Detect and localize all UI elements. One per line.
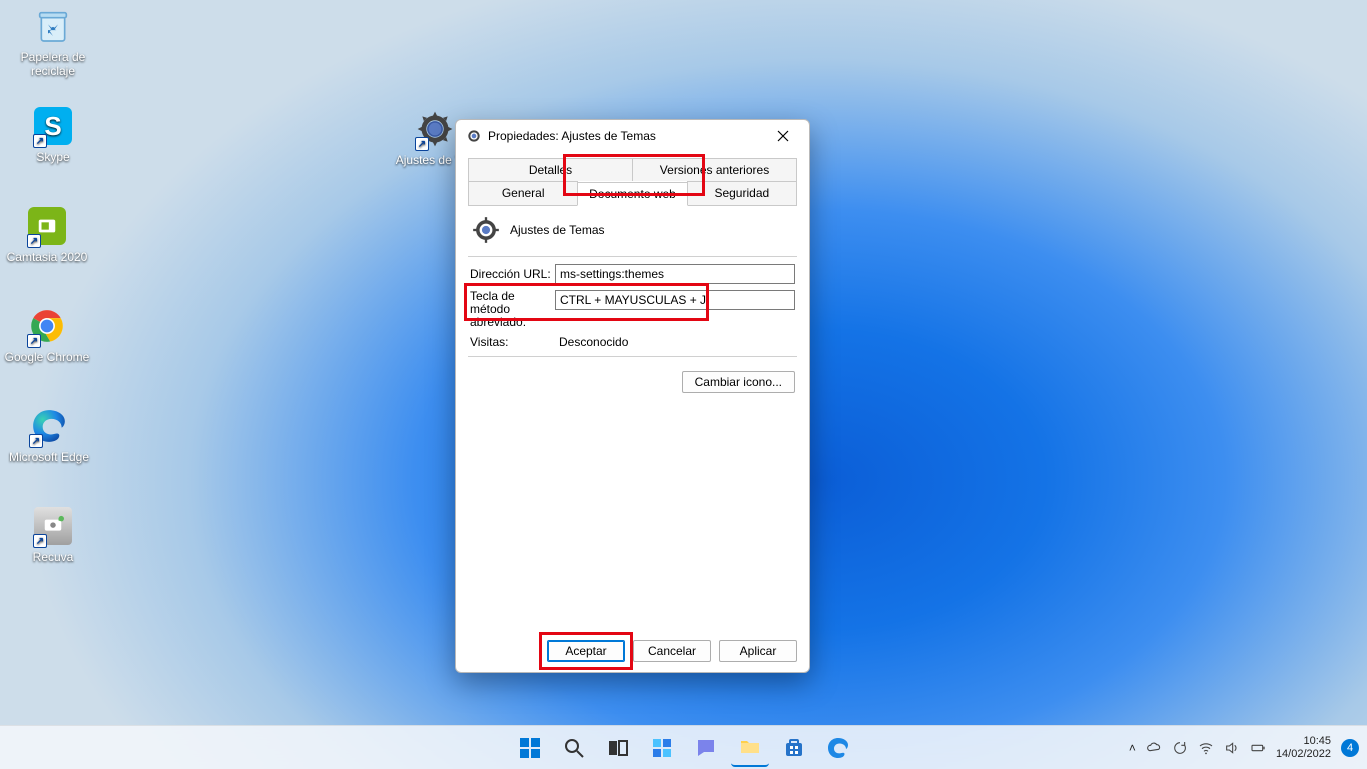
task-view-icon [606,736,630,760]
tray-datetime[interactable]: 10:45 14/02/2022 [1276,735,1331,761]
dialog-title: Propiedades: Ajustes de Temas [488,129,656,143]
camtasia-icon: ↗ [25,204,69,248]
tab-details[interactable]: Detalles [468,158,633,181]
cancel-button[interactable]: Cancelar [633,640,711,662]
chat-button[interactable] [687,729,725,767]
desktop-icon-label: Recuva [33,550,74,564]
microsoft-store-button[interactable] [775,729,813,767]
desktop-icon-camtasia[interactable]: ↗ Camtasia 2020 [2,204,92,264]
tab-security[interactable]: Seguridad [687,181,797,205]
search-icon [562,736,586,760]
desktop-icon-label: Google Chrome [5,350,90,364]
tab-previous-versions[interactable]: Versiones anteriores [632,158,797,181]
row-visits: Visitas: Desconocido [468,332,797,352]
tray-chevron-up-icon[interactable]: ˄ [1129,741,1136,755]
wifi-icon[interactable] [1198,740,1214,756]
properties-dialog: Propiedades: Ajustes de Temas Detalles V… [455,119,810,673]
desktop-icon-label: Microsoft Edge [9,450,89,464]
gear-icon [466,128,482,144]
chat-icon [694,736,718,760]
shortcut-label: Tecla de métodoabreviado: [470,290,555,329]
recycle-bin-icon [31,4,75,48]
desktop-icon-chrome[interactable]: ↗ Google Chrome [2,304,92,364]
visits-label: Visitas: [470,335,555,349]
dialog-subject-label: Ajustes de Temas [510,223,605,237]
tray-date: 14/02/2022 [1276,748,1331,761]
tab-web-document[interactable]: Documento web [577,182,687,206]
desktop-icon-label: Skype [36,150,69,164]
edge-icon: ↗ [27,404,71,448]
volume-icon[interactable] [1224,740,1240,756]
desktop-icon-edge[interactable]: ↗ Microsoft Edge [4,404,94,464]
edge-taskbar-button[interactable] [819,729,857,767]
desktop-icon-label: Camtasia 2020 [7,250,88,264]
divider [468,256,797,257]
windows-logo-icon [518,736,542,760]
widgets-button[interactable] [643,729,681,767]
edge-icon [826,736,850,760]
change-icon-button[interactable]: Cambiar icono... [682,371,795,393]
start-button[interactable] [511,729,549,767]
battery-icon[interactable] [1250,740,1266,756]
tray-time: 10:45 [1276,735,1331,748]
file-explorer-button[interactable] [731,729,769,767]
shortcut-key-input[interactable] [555,290,795,310]
divider [468,356,797,357]
dialog-content-header: Ajustes de Temas [468,206,797,252]
system-tray: ˄ 10:45 14/02/2022 4 [1129,735,1359,761]
skype-icon: S ↗ [31,104,75,148]
ok-button[interactable]: Aceptar [547,640,625,662]
search-button[interactable] [555,729,593,767]
tab-general[interactable]: General [468,181,578,205]
url-label: Dirección URL: [470,267,555,281]
dialog-titlebar[interactable]: Propiedades: Ajustes de Temas [456,120,809,152]
close-button[interactable] [763,122,803,150]
visits-value: Desconocido [555,335,795,349]
taskbar-center-icons [511,729,857,767]
url-input[interactable] [555,264,795,284]
close-icon [777,130,789,142]
task-view-button[interactable] [599,729,637,767]
desktop-icon-recuva[interactable]: ↗ Recuva [8,504,98,564]
desktop-icon-label: Papelera de reciclaje [8,50,98,78]
row-shortcut-key: Tecla de métodoabreviado: [468,287,797,332]
dialog-tabs: Detalles Versiones anteriores General Do… [468,158,797,206]
store-icon [782,736,806,760]
recuva-icon: ↗ [31,504,75,548]
apply-button[interactable]: Aplicar [719,640,797,662]
widgets-icon [650,736,674,760]
windows-update-icon[interactable] [1172,740,1188,756]
taskbar: ˄ 10:45 14/02/2022 4 [0,725,1367,769]
desktop-icon-recycle-bin[interactable]: Papelera de reciclaje [8,4,98,78]
gear-icon [472,216,500,244]
notification-badge[interactable]: 4 [1341,739,1359,757]
gear-icon: ↗ [413,107,457,151]
chrome-icon: ↗ [25,304,69,348]
dialog-footer: Aceptar Cancelar Aplicar [456,632,809,672]
folder-icon [738,735,762,759]
row-url: Dirección URL: [468,261,797,287]
desktop-icon-skype[interactable]: S ↗ Skype [8,104,98,164]
onedrive-icon[interactable] [1146,740,1162,756]
